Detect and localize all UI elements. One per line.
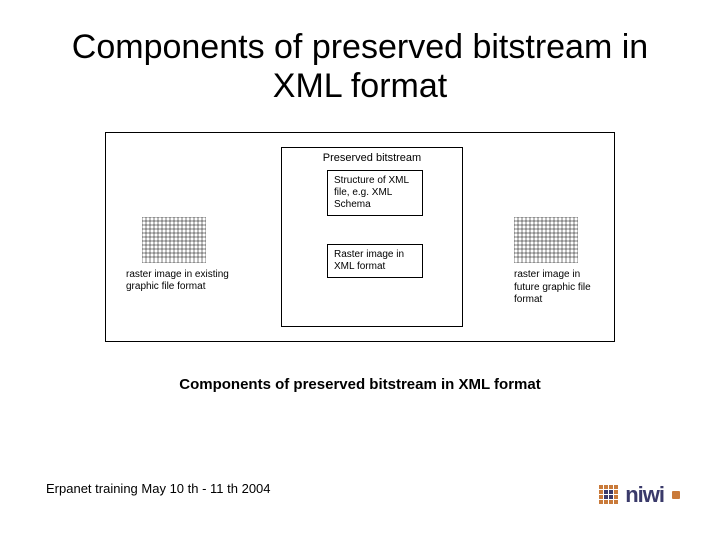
right-raster-caption: raster image in future graphic file form… — [514, 269, 604, 307]
diagram-outer-box: raster image in existing graphic file fo… — [105, 132, 615, 342]
niwi-logo: niwi — [599, 482, 680, 508]
raster-xml-box: Raster image in XML format — [327, 244, 423, 278]
left-raster-caption: raster image in existing graphic file fo… — [126, 269, 236, 293]
grid-icon — [514, 217, 578, 263]
slide: Components of preserved bitstream in XML… — [0, 0, 720, 540]
slide-subtitle: Components of preserved bitstream in XML… — [40, 376, 680, 393]
logo-grid-icon — [599, 485, 619, 505]
grid-icon — [142, 217, 206, 263]
logo-dot-icon — [672, 491, 680, 499]
raster-grid-right — [514, 217, 578, 263]
slide-title: Components of preserved bitstream in XML… — [40, 28, 680, 106]
footer-text: Erpanet training May 10 th - 11 th 2004 — [46, 481, 271, 496]
structure-box: Structure of XML file, e.g. XML Schema — [327, 170, 423, 216]
logo-text: niwi — [625, 482, 664, 508]
raster-grid-left — [142, 217, 206, 263]
preserved-bitstream-box: Preserved bitstream Structure of XML fil… — [281, 147, 463, 327]
inner-box-title: Preserved bitstream — [282, 152, 462, 164]
